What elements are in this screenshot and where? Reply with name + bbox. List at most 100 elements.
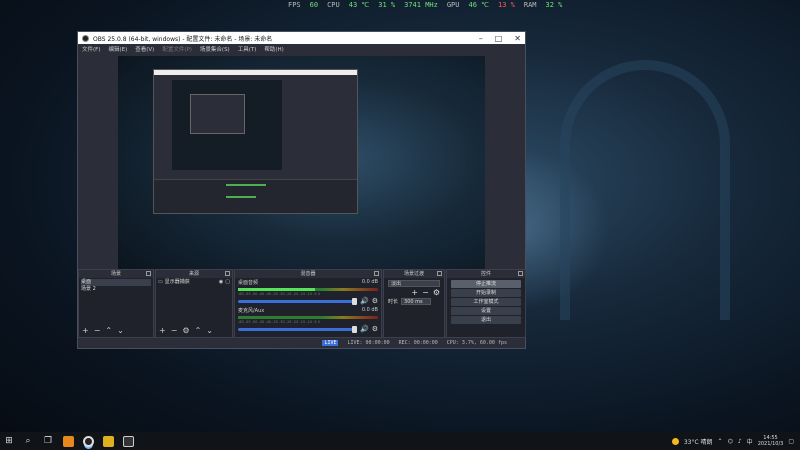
- chevron-up-icon[interactable]: ⌃: [718, 438, 723, 445]
- gear-icon[interactable]: ⚙: [182, 326, 189, 335]
- move-down-icon[interactable]: ⌄: [117, 326, 124, 335]
- taskbar-app[interactable]: [118, 432, 138, 450]
- network-icon[interactable]: ⌬: [728, 438, 733, 445]
- source-item[interactable]: ▭ 显示器捕获 ◉ ▢: [158, 279, 230, 286]
- nested-preview: [172, 80, 282, 170]
- gear-icon[interactable]: ⚙: [372, 325, 378, 333]
- meter-scale: -60 -55 -50 -45 -40 -35 -30 -25 -20 -15 …: [238, 320, 320, 324]
- gpu-temp: 46 ℃: [468, 1, 490, 9]
- slider-knob[interactable]: [352, 325, 357, 333]
- duration-input[interactable]: 300 ms: [401, 298, 432, 305]
- add-icon[interactable]: +: [82, 326, 89, 335]
- nested-title-bar: [154, 70, 357, 75]
- weather-text[interactable]: 33°C 晴朗: [684, 437, 713, 446]
- taskbar-app[interactable]: [58, 432, 78, 450]
- studio-mode-button[interactable]: 工作室模式: [451, 298, 521, 306]
- windows-start-icon[interactable]: ⊞: [0, 436, 18, 446]
- scenes-dock: 场景 桌面 场景 2 + − ⌃ ⌄: [78, 269, 154, 338]
- remove-icon[interactable]: −: [94, 326, 101, 335]
- obs-taskbar-icon: [82, 435, 94, 447]
- settings-button[interactable]: 设置: [451, 307, 521, 315]
- remove-icon[interactable]: −: [171, 326, 178, 335]
- scenes-header: 场景: [79, 270, 153, 278]
- move-up-icon[interactable]: ⌃: [195, 326, 202, 335]
- nested-docks: [154, 179, 357, 213]
- scene-item[interactable]: 场景 2: [81, 286, 151, 293]
- menu-help[interactable]: 帮助(H): [264, 45, 283, 53]
- menu-scene-collection[interactable]: 场景集合(S): [200, 45, 230, 53]
- undock-icon[interactable]: [437, 271, 442, 276]
- gear-icon[interactable]: ⚙: [433, 288, 440, 297]
- channel-name: 麦克风/Aux: [238, 308, 265, 314]
- stop-streaming-button[interactable]: 停止推流: [451, 280, 521, 288]
- gpu-load: 13 %: [498, 1, 515, 9]
- mixer-dock: 混音器 桌面音频 0.0 dB -60 -55 -50 -45 -40 -35 …: [234, 269, 382, 338]
- mixer-channel: 桌面音频 0.0 dB -60 -55 -50 -45 -40 -35 -30 …: [235, 278, 381, 306]
- minimize-button[interactable]: –: [479, 34, 483, 43]
- menu-view[interactable]: 查看(V): [135, 45, 154, 53]
- transitions-title: 场景过渡: [403, 271, 424, 277]
- taskbar-app[interactable]: [98, 432, 118, 450]
- app-orange-icon: [62, 435, 74, 447]
- menu-file[interactable]: 文件(F): [82, 45, 100, 53]
- gear-icon[interactable]: ⚙: [372, 297, 378, 305]
- cpu-label: CPU: [327, 1, 340, 9]
- start-recording-button[interactable]: 开始录制: [451, 289, 521, 297]
- clock[interactable]: 14:55 2021/10/3: [758, 435, 784, 447]
- controls-header: 控件: [447, 270, 525, 278]
- channel-name: 桌面音频: [238, 280, 259, 286]
- menu-tools[interactable]: 工具(T): [238, 45, 257, 53]
- remove-icon[interactable]: −: [422, 288, 429, 297]
- audio-meter: [238, 316, 378, 319]
- eye-icon[interactable]: ◉: [219, 279, 223, 286]
- live-time: LIVE: 00:00:00: [347, 340, 390, 346]
- transitions-header: 场景过渡: [384, 270, 444, 278]
- cpu-clock: 3741 MHz: [404, 1, 438, 9]
- channel-db: 0.0 dB: [361, 307, 378, 313]
- preview-canvas[interactable]: [118, 56, 485, 286]
- system-tray: 33°C 晴朗 ⌃ ⌬ ♪ 中 14:55 2021/10/3 ▢: [671, 435, 800, 447]
- slider-knob[interactable]: [352, 297, 357, 305]
- speaker-icon[interactable]: 🔊: [360, 325, 369, 333]
- menu-profile[interactable]: 配置文件(P): [162, 45, 192, 53]
- maximize-button[interactable]: □: [495, 34, 503, 43]
- sources-title: 来源: [188, 271, 199, 277]
- lock-icon[interactable]: ▢: [225, 279, 230, 286]
- menu-bar: 文件(F) 编辑(E) 查看(V) 配置文件(P) 场景集合(S) 工具(T) …: [78, 44, 525, 54]
- app-terminal-icon: [122, 435, 134, 447]
- rec-time: REC: 00:00:00: [398, 340, 438, 346]
- task-view-icon[interactable]: ❐: [38, 432, 58, 450]
- move-up-icon[interactable]: ⌃: [105, 326, 112, 335]
- volume-slider[interactable]: [238, 325, 357, 333]
- search-icon[interactable]: ⌕: [18, 432, 38, 450]
- undock-icon[interactable]: [146, 271, 151, 276]
- source-label: 显示器捕获: [164, 279, 190, 285]
- ram-load: 32 %: [545, 1, 563, 9]
- menu-edit[interactable]: 编辑(E): [108, 45, 127, 53]
- nested-nested-capture: [190, 94, 245, 134]
- close-button[interactable]: ✕: [514, 34, 521, 43]
- exit-button[interactable]: 退出: [451, 316, 521, 324]
- mixer-title: 混音器: [300, 271, 316, 277]
- move-down-icon[interactable]: ⌄: [206, 326, 213, 335]
- title-bar[interactable]: OBS 25.0.8 (64-bit, windows) - 配置文件: 未命名…: [78, 32, 525, 44]
- undock-icon[interactable]: [518, 271, 523, 276]
- live-badge: LIVE: [322, 340, 339, 346]
- input-method-icon[interactable]: 中: [747, 437, 753, 446]
- undock-icon[interactable]: [225, 271, 230, 276]
- docks-area: 场景 桌面 场景 2 + − ⌃ ⌄ 来源 ▭ 显示器捕获 ◉ ▢ + − ⚙ …: [78, 269, 526, 338]
- ram-label: RAM: [523, 1, 537, 9]
- notification-icon[interactable]: ▢: [788, 438, 794, 445]
- add-icon[interactable]: +: [411, 288, 418, 297]
- sources-header: 来源: [156, 270, 232, 278]
- add-icon[interactable]: +: [159, 326, 166, 335]
- mixer-header: 混音器: [235, 270, 381, 278]
- transition-select[interactable]: 淡出: [388, 280, 440, 287]
- speaker-icon[interactable]: 🔊: [360, 297, 369, 305]
- undock-icon[interactable]: [374, 271, 379, 276]
- volume-slider[interactable]: [238, 297, 357, 305]
- taskbar-app-obs[interactable]: [78, 432, 98, 450]
- gpu-label: GPU: [446, 1, 460, 9]
- scene-item[interactable]: 桌面: [81, 279, 151, 286]
- speaker-icon[interactable]: ♪: [738, 438, 742, 445]
